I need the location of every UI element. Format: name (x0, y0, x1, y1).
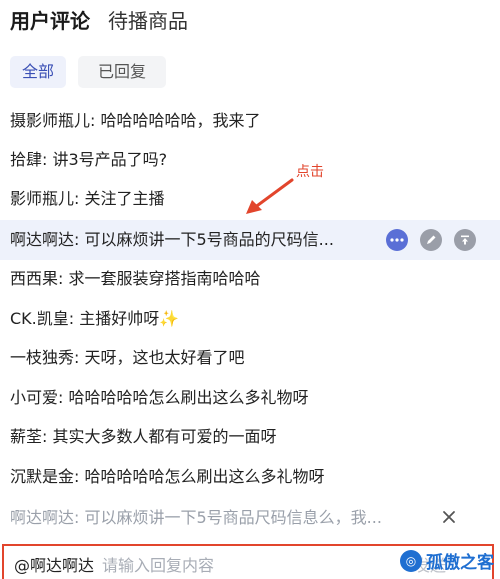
comment-separator: : (74, 189, 85, 208)
comment-text: 天呀，这也太好看了吧 (84, 348, 245, 367)
filter-all[interactable]: 全部 (10, 56, 66, 88)
close-icon[interactable] (440, 508, 458, 526)
comment-user: 啊达啊达 (10, 230, 75, 249)
annotation-label: 点击 (296, 164, 324, 180)
comment-user: 沉默是金 (10, 467, 75, 486)
comment-separator: : (74, 467, 85, 486)
edit-icon[interactable] (420, 229, 442, 251)
annotation-arrow-icon (246, 178, 294, 214)
tab-bar: 用户评论 待播商品 (0, 0, 500, 44)
pin-top-icon[interactable] (454, 229, 476, 251)
watermark: ◎ 孤傲之客 (400, 548, 494, 573)
comment-user: 小可爱 (10, 388, 59, 407)
reply-placeholder: 请输入回复内容 (102, 556, 215, 575)
comment-text: 可以麻烦讲一下5号商品的尺码信... (84, 230, 334, 249)
comment-row[interactable]: 拾肆: 讲3号产品了吗? (0, 140, 500, 180)
comment-separator: : (42, 150, 53, 169)
comment-user: 薪荃 (10, 427, 43, 446)
comment-separator: : (42, 427, 53, 446)
comment-text: 哈哈哈哈哈怎么刷出这么多礼物呀 (68, 388, 309, 407)
comment-user: CK.凯皇 (10, 309, 69, 328)
reply-quote-bar: 啊达啊达: 可以麻烦讲一下5号商品尺码信息么，我... (0, 498, 500, 538)
sparkle-icon: ✨ (159, 309, 180, 328)
comment-row[interactable]: 薪荃: 其实大多数人都有可爱的一面呀 (0, 417, 500, 457)
tab-pending-products[interactable]: 待播商品 (108, 8, 188, 34)
comment-separator: : (58, 388, 69, 407)
comment-separator: : (90, 111, 101, 130)
reply-quote-separator: : (74, 508, 85, 527)
row-actions (386, 220, 476, 260)
watermark-text: 孤傲之客 (426, 553, 494, 573)
reply-quote-body: 可以麻烦讲一下5号商品尺码信息么，我... (84, 508, 382, 527)
comment-row[interactable]: 小可爱: 哈哈哈哈哈怎么刷出这么多礼物呀 (0, 378, 500, 418)
comment-user: 西西果 (10, 269, 59, 288)
comment-text: 主播好帅呀 (79, 309, 160, 328)
reply-input[interactable]: @啊达啊达 请输入回复内容 (14, 554, 214, 578)
reply-quote-user: 啊达啊达 (10, 508, 75, 527)
comment-user: 摄影师瓶儿 (10, 111, 91, 130)
tab-user-comments[interactable]: 用户评论 (10, 8, 90, 34)
comment-text: 讲3号产品了吗? (52, 150, 168, 169)
more-icon[interactable] (386, 229, 408, 251)
filter-replied[interactable]: 已回复 (78, 56, 166, 88)
watermark-logo-icon: ◎ (400, 549, 422, 572)
comment-user: 影师瓶儿 (10, 189, 75, 208)
comment-separator: : (74, 230, 85, 249)
comment-row[interactable]: CK.凯皇: 主播好帅呀✨ (0, 299, 500, 339)
comment-user: 一枝独秀 (10, 348, 75, 367)
comment-separator: : (74, 348, 85, 367)
comment-row[interactable]: 摄影师瓶儿: 哈哈哈哈哈哈，我来了 (0, 101, 500, 141)
comment-text: 哈哈哈哈哈怎么刷出这么多礼物呀 (84, 467, 325, 486)
comment-user: 拾肆 (10, 150, 43, 169)
comment-row[interactable]: 一枝独秀: 天呀，这也太好看了吧 (0, 338, 500, 378)
comment-text: 关注了主播 (84, 189, 165, 208)
comment-text: 哈哈哈哈哈哈，我来了 (100, 111, 261, 130)
comment-text: 其实大多数人都有可爱的一面呀 (52, 427, 277, 446)
reply-mention: @啊达啊达 (14, 556, 95, 575)
comment-row-selected[interactable]: 啊达啊达: 可以麻烦讲一下5号商品的尺码信... (0, 220, 500, 260)
reply-quote-text: 啊达啊达: 可以麻烦讲一下5号商品尺码信息么，我... (10, 498, 405, 538)
comment-separator: : (58, 269, 69, 288)
comment-row[interactable]: 西西果: 求一套服装穿搭指南哈哈哈 (0, 259, 500, 299)
comment-row[interactable]: 沉默是金: 哈哈哈哈哈怎么刷出这么多礼物呀 (0, 457, 500, 496)
comment-text: 求一套服装穿搭指南哈哈哈 (68, 269, 261, 288)
comment-list: 摄影师瓶儿: 哈哈哈哈哈哈，我来了 拾肆: 讲3号产品了吗? 影师瓶儿: 关注了… (0, 101, 500, 496)
comment-separator: : (68, 309, 80, 328)
